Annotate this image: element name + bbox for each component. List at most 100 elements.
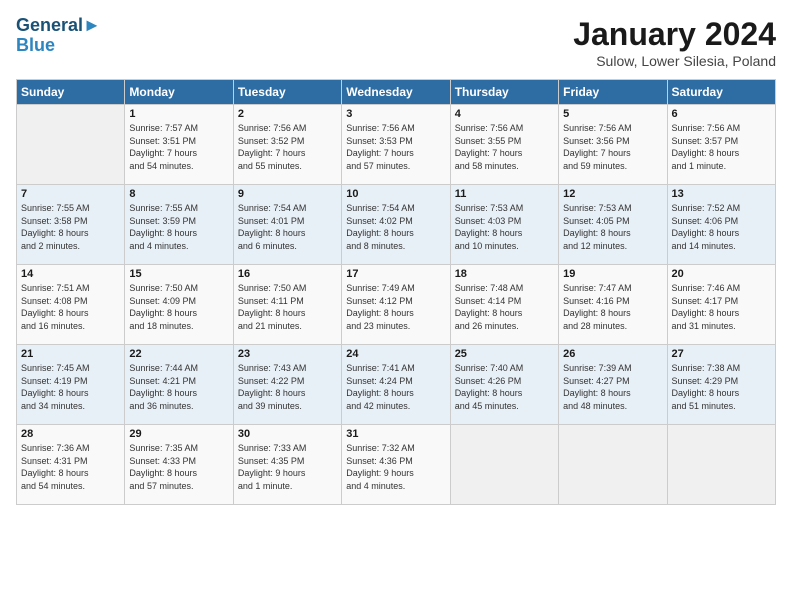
- day-number: 15: [129, 268, 228, 280]
- calendar-cell: 31Sunrise: 7:32 AM Sunset: 4:36 PM Dayli…: [342, 425, 450, 505]
- calendar-cell: 5Sunrise: 7:56 AM Sunset: 3:56 PM Daylig…: [559, 105, 667, 185]
- header: General► Blue January 2024 Sulow, Lower …: [16, 16, 776, 69]
- day-header: Friday: [559, 80, 667, 105]
- calendar-cell: 20 Sunrise: 7:46 AM Sunset: 4:17 PM Dayli…: [667, 265, 775, 345]
- logo-text: General►: [16, 16, 101, 36]
- calendar-week-row: 1 Sunrise: 7:57 AM Sunset: 3:51 PM Daylig…: [17, 105, 776, 185]
- cell-info: Sunrise: 7:51 AM Sunset: 4:08 PM Dayligh…: [21, 282, 120, 332]
- logo-blue: Blue: [16, 36, 101, 56]
- calendar-week-row: 21 Sunrise: 7:45 AM Sunset: 4:19 PM Dayli…: [17, 345, 776, 425]
- day-number: 24: [346, 348, 445, 360]
- cell-info: Sunrise: 7:56 AM Sunset: 3:57 PM Dayligh…: [672, 122, 771, 172]
- cell-info: Sunrise: 7:45 AM Sunset: 4:19 PM Dayligh…: [21, 362, 120, 412]
- cell-info: Sunrise: 7:47 AM Sunset: 4:16 PM Dayligh…: [563, 282, 662, 332]
- calendar-cell: 26 Sunrise: 7:39 AM Sunset: 4:27 PM Dayli…: [559, 345, 667, 425]
- calendar-cell: 13 Sunrise: 7:52 AM Sunset: 4:06 PM Dayli…: [667, 185, 775, 265]
- calendar-cell: 23 Sunrise: 7:43 AM Sunset: 4:22 PM Dayli…: [233, 345, 341, 425]
- cell-info: Sunrise: 7:54 AM Sunset: 4:02 PM Dayligh…: [346, 202, 445, 252]
- day-number: 20: [672, 268, 771, 280]
- day-number: 12: [563, 188, 662, 200]
- calendar-cell: 4Sunrise: 7:56 AM Sunset: 3:55 PM Daylig…: [450, 105, 558, 185]
- cell-info: Sunrise: 7:38 AM Sunset: 4:29 PM Dayligh…: [672, 362, 771, 412]
- calendar-cell: 27 Sunrise: 7:38 AM Sunset: 4:29 PM Dayli…: [667, 345, 775, 425]
- calendar-cell: 2 Sunrise: 7:56 AM Sunset: 3:52 PM Daylig…: [233, 105, 341, 185]
- calendar-cell: 30 Sunrise: 7:33 AM Sunset: 4:35 PM Dayli…: [233, 425, 341, 505]
- calendar-cell: 15Sunrise: 7:50 AM Sunset: 4:09 PM Dayli…: [125, 265, 233, 345]
- cell-info: Sunrise: 7:53 AM Sunset: 4:05 PM Dayligh…: [563, 202, 662, 252]
- day-number: 23: [238, 348, 337, 360]
- day-number: 30: [238, 428, 337, 440]
- cell-info: Sunrise: 7:54 AM Sunset: 4:01 PM Dayligh…: [238, 202, 337, 252]
- day-number: 11: [455, 188, 554, 200]
- day-number: 7: [21, 188, 120, 200]
- cell-info: Sunrise: 7:53 AM Sunset: 4:03 PM Dayligh…: [455, 202, 554, 252]
- calendar-cell: [559, 425, 667, 505]
- cell-info: Sunrise: 7:36 AM Sunset: 4:31 PM Dayligh…: [21, 442, 120, 492]
- calendar-cell: 16 Sunrise: 7:50 AM Sunset: 4:11 PM Dayli…: [233, 265, 341, 345]
- main-container: General► Blue January 2024 Sulow, Lower …: [0, 0, 792, 515]
- day-number: 14: [21, 268, 120, 280]
- day-header: Saturday: [667, 80, 775, 105]
- day-number: 6: [672, 108, 771, 120]
- cell-info: Sunrise: 7:35 AM Sunset: 4:33 PM Dayligh…: [129, 442, 228, 492]
- calendar-cell: 21 Sunrise: 7:45 AM Sunset: 4:19 PM Dayli…: [17, 345, 125, 425]
- day-number: 13: [672, 188, 771, 200]
- cell-info: Sunrise: 7:50 AM Sunset: 4:11 PM Dayligh…: [238, 282, 337, 332]
- day-number: 18: [455, 268, 554, 280]
- cell-info: Sunrise: 7:32 AM Sunset: 4:36 PM Dayligh…: [346, 442, 445, 492]
- cell-info: Sunrise: 7:33 AM Sunset: 4:35 PM Dayligh…: [238, 442, 337, 492]
- logo: General► Blue: [16, 16, 101, 56]
- day-number: 28: [21, 428, 120, 440]
- day-number: 8: [129, 188, 228, 200]
- cell-info: Sunrise: 7:56 AM Sunset: 3:52 PM Dayligh…: [238, 122, 337, 172]
- calendar-week-row: 7 Sunrise: 7:55 AM Sunset: 3:58 PM Daylig…: [17, 185, 776, 265]
- cell-info: Sunrise: 7:56 AM Sunset: 3:53 PM Dayligh…: [346, 122, 445, 172]
- calendar-table: SundayMondayTuesdayWednesdayThursdayFrid…: [16, 79, 776, 505]
- day-header: Wednesday: [342, 80, 450, 105]
- calendar-cell: 8 Sunrise: 7:55 AM Sunset: 3:59 PM Daylig…: [125, 185, 233, 265]
- cell-info: Sunrise: 7:46 AM Sunset: 4:17 PM Dayligh…: [672, 282, 771, 332]
- cell-info: Sunrise: 7:39 AM Sunset: 4:27 PM Dayligh…: [563, 362, 662, 412]
- day-header: Thursday: [450, 80, 558, 105]
- day-number: 21: [21, 348, 120, 360]
- cell-info: Sunrise: 7:40 AM Sunset: 4:26 PM Dayligh…: [455, 362, 554, 412]
- day-number: 27: [672, 348, 771, 360]
- calendar-cell: 1 Sunrise: 7:57 AM Sunset: 3:51 PM Daylig…: [125, 105, 233, 185]
- day-number: 16: [238, 268, 337, 280]
- day-number: 19: [563, 268, 662, 280]
- calendar-cell: 3 Sunrise: 7:56 AM Sunset: 3:53 PM Daylig…: [342, 105, 450, 185]
- day-number: 17: [346, 268, 445, 280]
- day-number: 10: [346, 188, 445, 200]
- day-number: 26: [563, 348, 662, 360]
- cell-info: Sunrise: 7:55 AM Sunset: 3:59 PM Dayligh…: [129, 202, 228, 252]
- month-title: January 2024: [573, 16, 776, 53]
- calendar-cell: 18Sunrise: 7:48 AM Sunset: 4:14 PM Dayli…: [450, 265, 558, 345]
- calendar-week-row: 14 Sunrise: 7:51 AM Sunset: 4:08 PM Dayli…: [17, 265, 776, 345]
- calendar-cell: 10 Sunrise: 7:54 AM Sunset: 4:02 PM Dayli…: [342, 185, 450, 265]
- day-number: 2: [238, 108, 337, 120]
- day-header: Tuesday: [233, 80, 341, 105]
- day-number: 29: [129, 428, 228, 440]
- day-number: 25: [455, 348, 554, 360]
- day-number: 3: [346, 108, 445, 120]
- calendar-cell: 7 Sunrise: 7:55 AM Sunset: 3:58 PM Daylig…: [17, 185, 125, 265]
- calendar-cell: 28 Sunrise: 7:36 AM Sunset: 4:31 PM Dayli…: [17, 425, 125, 505]
- cell-info: Sunrise: 7:56 AM Sunset: 3:55 PM Dayligh…: [455, 122, 554, 172]
- calendar-cell: 12 Sunrise: 7:53 AM Sunset: 4:05 PM Dayli…: [559, 185, 667, 265]
- calendar-cell: 25 Sunrise: 7:40 AM Sunset: 4:26 PM Dayli…: [450, 345, 558, 425]
- calendar-cell: 19 Sunrise: 7:47 AM Sunset: 4:16 PM Dayli…: [559, 265, 667, 345]
- cell-info: Sunrise: 7:43 AM Sunset: 4:22 PM Dayligh…: [238, 362, 337, 412]
- cell-info: Sunrise: 7:52 AM Sunset: 4:06 PM Dayligh…: [672, 202, 771, 252]
- day-header: Monday: [125, 80, 233, 105]
- day-number: 1: [129, 108, 228, 120]
- cell-info: Sunrise: 7:44 AM Sunset: 4:21 PM Dayligh…: [129, 362, 228, 412]
- cell-info: Sunrise: 7:57 AM Sunset: 3:51 PM Dayligh…: [129, 122, 228, 172]
- cell-info: Sunrise: 7:56 AM Sunset: 3:56 PM Dayligh…: [563, 122, 662, 172]
- day-number: 22: [129, 348, 228, 360]
- calendar-cell: [450, 425, 558, 505]
- calendar-cell: 17Sunrise: 7:49 AM Sunset: 4:12 PM Dayli…: [342, 265, 450, 345]
- day-number: 9: [238, 188, 337, 200]
- day-header: Sunday: [17, 80, 125, 105]
- cell-info: Sunrise: 7:55 AM Sunset: 3:58 PM Dayligh…: [21, 202, 120, 252]
- calendar-cell: 14 Sunrise: 7:51 AM Sunset: 4:08 PM Dayli…: [17, 265, 125, 345]
